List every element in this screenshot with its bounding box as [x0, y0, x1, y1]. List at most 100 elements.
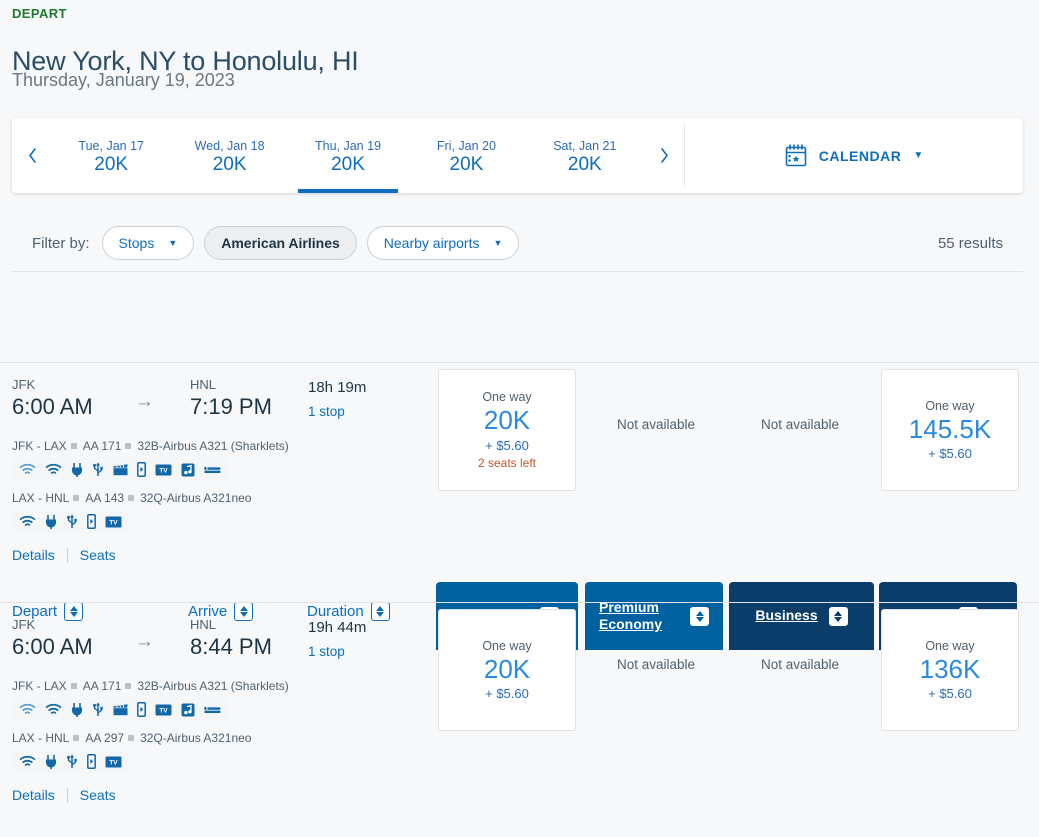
arrow-right-icon: → — [135, 391, 154, 412]
amenities-list: TV — [12, 750, 129, 773]
power-outlet-icon — [71, 462, 83, 477]
flight-stops-link[interactable]: 1 stop — [308, 644, 366, 659]
amenities-list: TV — [12, 458, 228, 481]
flight-leg-info: JFK - LAX AA 171 32B-Airbus A321 (Sharklet… — [12, 439, 437, 453]
amenities-list: TV — [12, 510, 129, 533]
depart-airport-code: JFK — [12, 377, 36, 392]
tv-icon: TV — [105, 756, 122, 768]
date-tab-0[interactable]: Tue, Jan 17 20K — [52, 118, 170, 193]
calendar-button[interactable]: CALENDAR ▼ — [685, 118, 1023, 193]
filter-chip-2[interactable]: Nearby airports ▼ — [366, 226, 520, 260]
fare-fee: + $5.60 — [928, 446, 972, 462]
date-tab-4[interactable]: Sat, Jan 21 20K — [526, 118, 644, 193]
fare-fee: + $5.60 — [485, 686, 529, 702]
usb-icon — [66, 754, 78, 769]
flight-row: JFK 6:00 AM → HNL 8:44 PM 19h 44m 1 stop JFK - … — [0, 602, 1039, 837]
tv-icon: TV — [155, 464, 172, 476]
mobile-device-icon — [87, 754, 96, 769]
separator-dot — [70, 443, 77, 450]
movie-icon — [113, 463, 128, 476]
fare-type-label: One way — [925, 638, 975, 653]
power-outlet-icon — [45, 514, 57, 529]
music-icon — [181, 463, 195, 477]
leg-route: LAX - HNL — [12, 491, 70, 505]
fare-card-first[interactable]: One way 136K + $5.60 — [881, 609, 1019, 731]
flight-stops-link[interactable]: 1 stop — [308, 404, 366, 419]
calendar-icon — [785, 144, 807, 167]
fare-miles: 145.5K — [908, 413, 992, 444]
flight-leg-info: JFK - LAX AA 171 32B-Airbus A321 (Sharklet… — [12, 679, 437, 693]
column-headers: Depart Arrive Duration Main CabinPremium… — [0, 290, 1039, 650]
arrive-block: HNL 7:19 PM — [190, 377, 272, 420]
next-dates-button[interactable] — [644, 118, 684, 193]
date-tab-price: 20K — [212, 154, 247, 175]
duration-block: 19h 44m 1 stop — [308, 619, 366, 659]
fare-type-label: One way — [482, 638, 532, 653]
previous-dates-button[interactable] — [12, 118, 52, 193]
date-tab-day: Fri, Jan 20 — [436, 139, 496, 153]
svg-text:TV: TV — [109, 759, 118, 766]
seats-link[interactable]: Seats — [80, 787, 116, 803]
filter-chip-1[interactable]: American Airlines — [204, 226, 357, 260]
seats-left-badge: 2 seats left — [477, 455, 537, 470]
arrive-airport-code: HNL — [190, 377, 217, 392]
depart-airport-code: JFK — [12, 617, 36, 632]
filter-chip-label: American Airlines — [221, 235, 340, 251]
svg-text:TV: TV — [109, 519, 118, 526]
row-links: Details Seats — [12, 547, 437, 563]
calendar-label: CALENDAR — [818, 147, 902, 164]
date-tab-price: 20K — [94, 154, 129, 175]
date-tab-day: Sat, Jan 21 — [553, 139, 617, 153]
date-tabs: Tue, Jan 17 20K Wed, Jan 18 20K Thu, Jan 19 2… — [52, 118, 644, 193]
results-count: 55 results — [937, 234, 1003, 252]
chevron-down-icon: ▼ — [168, 238, 178, 248]
date-tab-2[interactable]: Thu, Jan 19 20K — [289, 118, 407, 193]
leg-flight-number: AA 171 — [82, 439, 122, 453]
lie-flat-seat-icon — [204, 464, 221, 475]
details-link[interactable]: Details — [12, 787, 55, 803]
flight-segment-info: JFK 6:00 AM → HNL 8:44 PM 19h 44m 1 stop JFK - … — [12, 603, 437, 803]
depart-time: 6:00 AM — [12, 634, 93, 659]
leg-route: JFK - LAX — [12, 679, 67, 693]
seats-link[interactable]: Seats — [80, 547, 116, 563]
separator-dot — [125, 443, 132, 450]
filter-chip-label: Nearby airports — [383, 235, 480, 251]
fare-card-first[interactable]: One way 145.5K + $5.60 — [881, 369, 1019, 491]
filter-by-label: Filter by: — [32, 234, 90, 252]
fare-card-main-cabin[interactable]: One way 20K + $5.60 — [438, 609, 576, 731]
depart-time: 6:00 AM — [12, 394, 93, 419]
fare-fee: + $5.60 — [485, 437, 529, 453]
date-tab-price: 20K — [449, 154, 484, 175]
wifi-light-icon — [19, 703, 36, 716]
tv-icon: TV — [105, 516, 122, 528]
fare-not-available: Not available — [616, 417, 696, 432]
wifi-icon — [19, 755, 36, 768]
date-strip: Tue, Jan 17 20K Wed, Jan 18 20K Thu, Jan 19 2… — [12, 118, 684, 193]
power-outlet-icon — [45, 754, 57, 769]
filter-chips: Stops ▼ American Airlines Nearby airports ▼ — [101, 226, 530, 260]
wifi-icon — [45, 703, 62, 716]
fare-not-available: Not available — [760, 417, 840, 432]
fare-card-main-cabin[interactable]: One way 20K + $5.60 2 seats left — [438, 369, 576, 491]
chevron-down-icon: ▼ — [913, 150, 924, 161]
filter-chip-0[interactable]: Stops ▼ — [101, 226, 195, 260]
fare-miles: 20K — [483, 653, 531, 684]
date-tab-1[interactable]: Wed, Jan 18 20K — [170, 118, 288, 193]
wifi-light-icon — [19, 463, 36, 476]
flight-results-page: DEPART New York, NY to Honolulu, HI Thur… — [0, 0, 1039, 837]
arrive-block: HNL 8:44 PM — [190, 617, 272, 660]
flight-duration: 19h 44m — [308, 619, 367, 636]
details-link[interactable]: Details — [12, 547, 55, 563]
music-icon — [181, 703, 195, 717]
usb-icon — [92, 462, 104, 477]
filter-bar: Filter by: Stops ▼ American Airlines Nearby… — [12, 215, 1023, 272]
date-tab-3[interactable]: Fri, Jan 20 20K — [407, 118, 525, 193]
fare-type-label: One way — [482, 390, 532, 405]
leg-route: LAX - HNL — [12, 731, 70, 745]
leg-route: JFK - LAX — [12, 439, 67, 453]
date-tab-day: Thu, Jan 19 — [315, 139, 382, 153]
row-links: Details Seats — [12, 787, 437, 803]
separator-dot — [73, 495, 80, 502]
date-tab-price: 20K — [567, 154, 602, 175]
fare-type-label: One way — [925, 398, 975, 413]
